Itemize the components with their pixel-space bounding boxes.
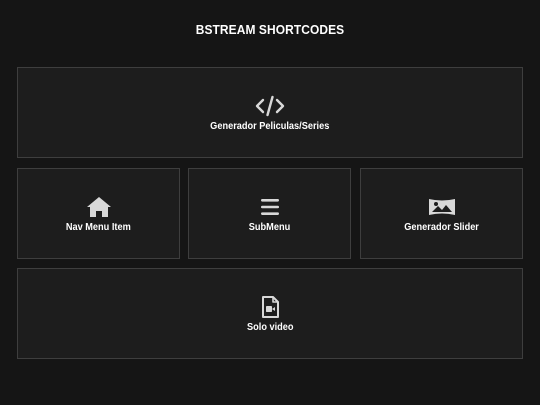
image-icon — [427, 195, 457, 219]
home-icon — [84, 195, 114, 219]
submenu-button[interactable]: SubMenu — [188, 168, 351, 259]
page-title: BSTREAM SHORTCODES — [195, 22, 345, 37]
card-label: Solo video — [246, 321, 294, 333]
menu-icon — [255, 195, 285, 219]
code-icon — [255, 94, 285, 118]
solo-video-button[interactable]: Solo video — [17, 268, 523, 359]
generador-slider-button[interactable]: Generador Slider — [360, 168, 523, 259]
video-file-icon — [255, 295, 285, 319]
shortcodes-panel: BSTREAM SHORTCODES Generador Peliculas/S… — [0, 0, 540, 405]
card-label: Generador Peliculas/Series — [210, 120, 330, 132]
card-label: Nav Menu Item — [66, 221, 131, 233]
generador-peliculas-series-button[interactable]: Generador Peliculas/Series — [17, 67, 523, 158]
nav-menu-item-button[interactable]: Nav Menu Item — [17, 168, 180, 259]
card-label: Generador Slider — [404, 221, 479, 233]
card-label: SubMenu — [248, 221, 291, 233]
